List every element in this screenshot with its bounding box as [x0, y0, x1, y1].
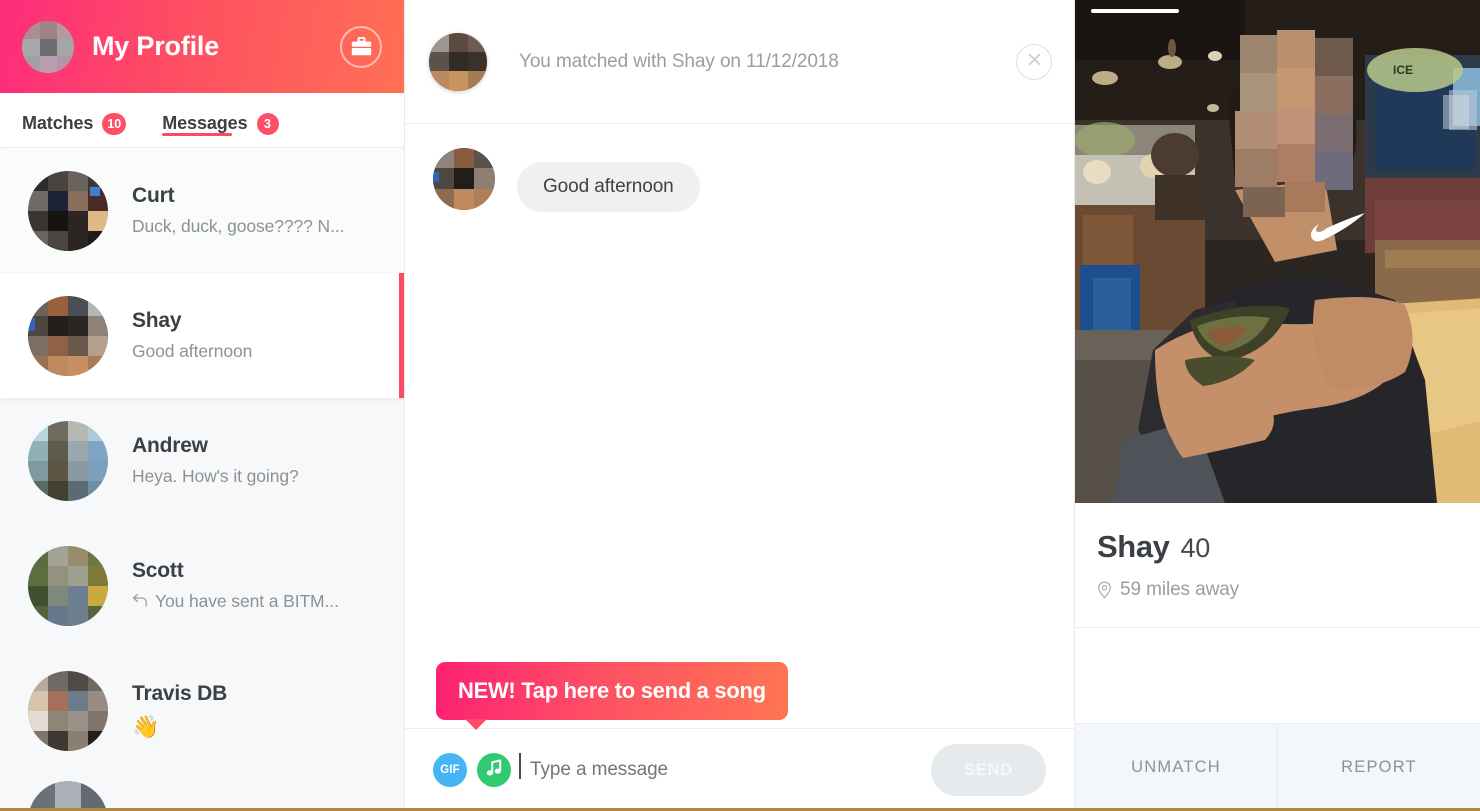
- avatar: [28, 670, 108, 751]
- location-pin-icon: [1097, 581, 1112, 599]
- avatar: [28, 295, 108, 376]
- composer-wrapper: NEW! Tap here to send a song GIF SEND: [405, 662, 1074, 811]
- profile-info: Shay 40 59 miles away: [1075, 503, 1480, 628]
- message-input[interactable]: [530, 759, 931, 781]
- close-button[interactable]: [1016, 43, 1052, 80]
- list-item-preview: 👋: [132, 713, 160, 739]
- svg-text:ICE: ICE: [1393, 63, 1413, 77]
- list-item-body: Travis DB 👋: [132, 682, 384, 740]
- chat-header: You matched with Shay on 11/12/2018: [405, 0, 1074, 124]
- my-profile-avatar[interactable]: [22, 20, 74, 73]
- close-icon: [1027, 52, 1042, 72]
- list-item-preview: Duck, duck, goose???? N...: [132, 216, 345, 236]
- avatar: [28, 545, 108, 626]
- app-root: My Profile Matches 10 Messages 3 Curt Du…: [0, 0, 1480, 811]
- profile-distance-text: 59 miles away: [1120, 579, 1240, 600]
- profile-name: Shay: [1097, 529, 1170, 564]
- send-song-button[interactable]: [477, 753, 511, 787]
- profile-actions: UNMATCH REPORT: [1075, 723, 1480, 811]
- list-item[interactable]: Travis DB 👋: [0, 648, 404, 773]
- message-row: Good afternoon: [433, 148, 1050, 212]
- list-item-name: Andrew: [132, 434, 208, 457]
- sidebar: My Profile Matches 10 Messages 3 Curt Du…: [0, 0, 405, 811]
- profile-age: 40: [1180, 533, 1211, 563]
- message-avatar: [433, 148, 495, 210]
- avatar: [28, 170, 108, 251]
- list-item[interactable]: Andrew Heya. How's it going?: [0, 398, 404, 523]
- list-item-body: Andrew Heya. How's it going?: [132, 434, 384, 487]
- tab-messages[interactable]: Messages 3: [162, 93, 279, 147]
- profile-name-row: Shay 40: [1097, 529, 1454, 565]
- list-item-body: Scott You have sent a BITM...: [132, 559, 384, 612]
- tab-messages-badge: 3: [256, 112, 279, 135]
- composer: GIF SEND: [405, 729, 1074, 811]
- profile-details-spacer: [1075, 628, 1480, 723]
- list-item-partial-avatar[interactable]: [28, 781, 108, 811]
- avatar: [28, 420, 108, 501]
- gif-button[interactable]: GIF: [433, 753, 467, 787]
- list-item-preview-text: You have sent a BITM...: [155, 591, 339, 611]
- report-button[interactable]: REPORT: [1278, 724, 1480, 811]
- song-tooltip[interactable]: NEW! Tap here to send a song: [436, 662, 788, 730]
- photo-progress-indicator[interactable]: [1091, 9, 1179, 13]
- briefcase-button[interactable]: [340, 25, 382, 68]
- list-item-preview: Heya. How's it going?: [132, 466, 299, 486]
- list-item-name: Shay: [132, 309, 182, 332]
- sidebar-header: My Profile: [0, 0, 404, 93]
- message-bubble: Good afternoon: [517, 162, 700, 212]
- unmatch-button[interactable]: UNMATCH: [1075, 724, 1278, 811]
- list-item-preview: Good afternoon: [132, 341, 253, 361]
- tab-matches-badge: 10: [102, 112, 127, 135]
- tab-messages-label: Messages: [162, 112, 248, 133]
- list-item-name: Travis DB: [132, 681, 228, 705]
- send-button[interactable]: SEND: [931, 744, 1046, 796]
- conversation-list[interactable]: Curt Duck, duck, goose???? N... Shay Goo…: [0, 148, 404, 811]
- profile-distance: 59 miles away: [1097, 579, 1454, 601]
- list-item-preview: You have sent a BITM...: [132, 591, 384, 612]
- profile-photo[interactable]: ICE: [1075, 0, 1480, 503]
- list-item-body: Shay Good afternoon: [132, 309, 384, 362]
- list-item[interactable]: Shay Good afternoon: [0, 273, 404, 398]
- list-item[interactable]: Scott You have sent a BITM...: [0, 523, 404, 648]
- list-item[interactable]: Curt Duck, duck, goose???? N...: [0, 148, 404, 273]
- music-note-icon: [486, 759, 503, 782]
- tab-matches-label: Matches: [22, 112, 94, 133]
- sidebar-tabs: Matches 10 Messages 3: [0, 93, 404, 148]
- reply-arrow-icon: [132, 593, 148, 610]
- text-caret: [519, 753, 521, 779]
- page-title: My Profile: [92, 31, 220, 61]
- list-item-name: Scott: [132, 559, 184, 582]
- match-banner-text: You matched with Shay on 11/12/2018: [519, 50, 839, 72]
- chat-panel: You matched with Shay on 11/12/2018 Good…: [405, 0, 1075, 811]
- messages-area: Good afternoon: [405, 124, 1074, 728]
- briefcase-icon: [351, 37, 372, 56]
- list-item-name: Curt: [132, 184, 175, 207]
- tab-active-indicator: [162, 133, 232, 136]
- profile-panel: ICE Shay 40 59 miles away UNMATCH REPORT: [1075, 0, 1480, 811]
- chat-header-avatar[interactable]: [429, 32, 487, 91]
- tab-matches[interactable]: Matches 10: [22, 93, 127, 147]
- list-item-body: Curt Duck, duck, goose???? N...: [132, 184, 384, 237]
